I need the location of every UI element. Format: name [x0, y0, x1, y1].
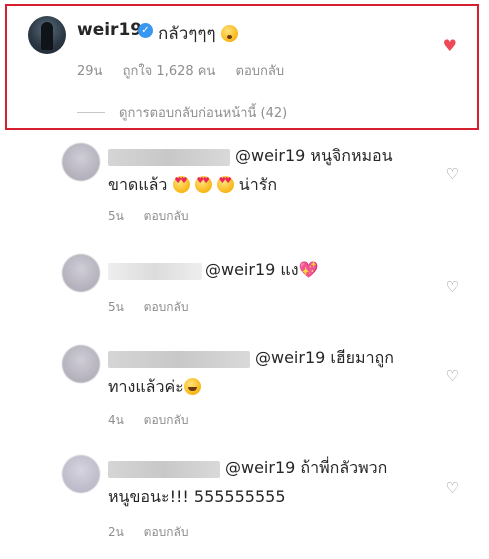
avatar[interactable] [62, 455, 100, 493]
heart-eyes-emoji-icon [216, 176, 234, 193]
heart-outline-icon[interactable]: ♡ [446, 481, 459, 496]
reply-text: @weir19 เฮียมาถูก [255, 348, 394, 367]
blurred-username[interactable] [108, 351, 250, 368]
reply-text-line2: หนูขอนะ!!! 555555555 [108, 487, 286, 506]
comment-time: 29น [77, 64, 103, 79]
grinning-emoji-icon [183, 378, 201, 395]
verified-badge-icon: ✓ [138, 23, 153, 38]
heart-outline-icon[interactable]: ♡ [446, 167, 459, 182]
mention-link[interactable]: @weir19 [225, 458, 295, 477]
heart-outline-icon[interactable]: ♡ [446, 369, 459, 384]
avatar[interactable] [28, 16, 66, 54]
divider [77, 112, 105, 113]
heart-eyes-emoji-icon [172, 176, 190, 193]
reply-meta: 5น ตอบกลับ [108, 298, 205, 317]
reply-text: @weir19 หนูจิกหมอน [235, 146, 393, 165]
reply-time: 5น [108, 209, 124, 223]
reply-time: 2น [108, 525, 124, 539]
reply-button[interactable]: ตอบกลับ [144, 300, 189, 314]
comment-meta: 29น ถูกใจ 1,628 คน ตอบกลับ [77, 60, 300, 81]
mention-link[interactable]: @weir19 [235, 146, 305, 165]
sparkling-heart-emoji-icon: 💖 [298, 260, 319, 279]
reply-button[interactable]: ตอบกลับ [236, 64, 285, 79]
reply-text: @weir19 แง💖 [205, 260, 319, 279]
avatar[interactable] [62, 345, 100, 383]
reply-text-line2: ขาดแล้ว น่ารัก [108, 173, 277, 197]
blurred-username[interactable] [108, 149, 230, 166]
reply-button[interactable]: ตอบกลับ [144, 209, 189, 223]
view-previous-replies-label: ดูการตอบกลับก่อนหน้านี้ (42) [119, 106, 288, 121]
comment-likes[interactable]: ถูกใจ 1,628 คน [123, 64, 216, 79]
reply-meta: 2น ตอบกลับ [108, 523, 205, 542]
heart-outline-icon[interactable]: ♡ [446, 280, 459, 295]
avatar[interactable] [62, 254, 100, 292]
comment-text: กลัวๆๆๆ [158, 20, 239, 47]
heart-eyes-emoji-icon [194, 176, 212, 193]
heart-filled-icon[interactable]: ♥ [443, 38, 457, 54]
blurred-username[interactable] [108, 263, 202, 280]
mention-link[interactable]: @weir19 [205, 260, 275, 279]
reply-text: @weir19 ถ้าพี่กลัวพวก [225, 458, 388, 477]
reply-text-line2: ทางแล้วค่ะ [108, 375, 201, 399]
view-previous-replies-button[interactable]: ดูการตอบกลับก่อนหน้านี้ (42) [77, 102, 287, 123]
mention-link[interactable]: @weir19 [255, 348, 325, 367]
blurred-username[interactable] [108, 461, 220, 478]
reply-button[interactable]: ตอบกลับ [144, 413, 189, 427]
reply-time: 5น [108, 300, 124, 314]
reply-meta: 5น ตอบกลับ [108, 207, 205, 226]
reply-meta: 4น ตอบกลับ [108, 411, 205, 430]
reply-button[interactable]: ตอบกลับ [144, 525, 189, 539]
highlighted-comment: weir19 ✓ กลัวๆๆๆ ♥ 29น ถูกใจ 1,628 คน ตอ… [5, 4, 479, 130]
reply-time: 4น [108, 413, 124, 427]
avatar[interactable] [62, 143, 100, 181]
worried-emoji-icon [221, 25, 239, 42]
comment-username[interactable]: weir19 [77, 20, 142, 40]
